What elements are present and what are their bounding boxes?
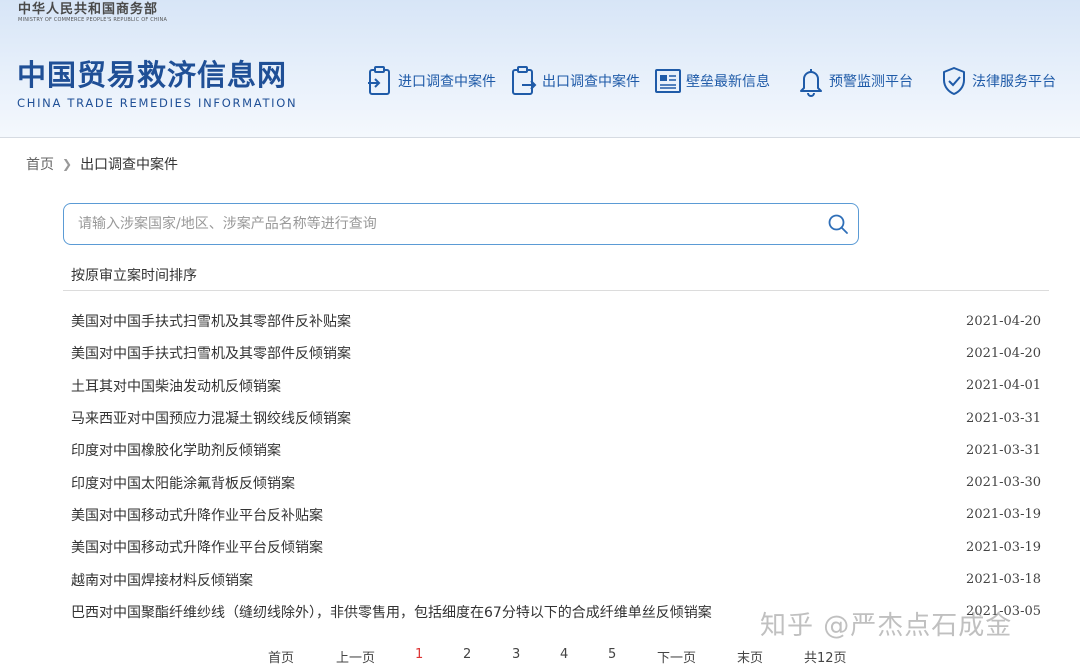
export-case-icon [510, 65, 538, 97]
nav-label: 出口调查中案件 [542, 74, 640, 90]
ministry-logo[interactable]: 中华人民共和国商务部 MINISTRY OF COMMERCE PEOPLE'S… [18, 2, 167, 24]
case-title[interactable]: 美国对中国移动式升降作业平台反倾销案 [71, 537, 323, 557]
ministry-name-en: MINISTRY OF COMMERCE PEOPLE'S REPUBLIC O… [18, 17, 168, 23]
nav-label: 预警监测平台 [829, 74, 913, 90]
case-date: 2021-04-20 [966, 345, 1041, 361]
case-title[interactable]: 印度对中国太阳能涂氟背板反倾销案 [71, 473, 295, 493]
case-date: 2021-03-31 [966, 410, 1041, 426]
nav-export-cases[interactable]: 出口调查中案件 [510, 64, 640, 98]
sort-label[interactable]: 按原审立案时间排序 [71, 265, 197, 285]
list-item[interactable]: 越南对中国焊接材料反倾销案 2021-03-18 [71, 563, 1041, 595]
case-title[interactable]: 印度对中国橡胶化学助剂反倾销案 [71, 440, 281, 460]
case-title[interactable]: 美国对中国手扶式扫雪机及其零部件反补贴案 [71, 311, 351, 331]
page-number-current[interactable]: 1 [415, 647, 423, 662]
nav-label: 进口调查中案件 [398, 74, 496, 90]
page-first[interactable]: 首页 [268, 647, 294, 666]
case-title[interactable]: 美国对中国手扶式扫雪机及其零部件反倾销案 [71, 343, 351, 363]
search-input[interactable] [78, 205, 818, 243]
page-total: 共12页 [804, 651, 847, 666]
list-item[interactable]: 美国对中国移动式升降作业平台反倾销案 2021-03-19 [71, 531, 1041, 563]
list-item[interactable]: 美国对中国手扶式扫雪机及其零部件反补贴案 2021-04-20 [71, 305, 1041, 337]
chevron-right-icon: ❯ [62, 157, 73, 171]
nav-label: 法律服务平台 [972, 74, 1056, 90]
case-date: 2021-04-20 [966, 313, 1041, 329]
search-icon[interactable] [818, 204, 858, 244]
page-number[interactable]: 4 [560, 647, 568, 662]
nav-warning-platform[interactable]: 预警监测平台 [797, 64, 913, 98]
ministry-name-cn: 中华人民共和国商务部 [18, 2, 159, 17]
case-date: 2021-04-01 [966, 378, 1041, 394]
case-date: 2021-03-30 [966, 475, 1041, 491]
page-prev[interactable]: 上一页 [336, 647, 375, 666]
case-date: 2021-03-19 [966, 507, 1041, 523]
site-header: 中华人民共和国商务部 MINISTRY OF COMMERCE PEOPLE'S… [0, 0, 1080, 138]
site-logo[interactable]: 中国贸易救济信息网 CHINA TRADE REMEDIES INFORMATI… [17, 58, 297, 111]
page-last[interactable]: 末页 [737, 647, 763, 666]
page-next[interactable]: 下一页 [657, 647, 696, 666]
news-icon [654, 65, 682, 97]
nav-import-cases[interactable]: 进口调查中案件 [366, 64, 496, 98]
nav-barrier-news[interactable]: 壁垒最新信息 [654, 64, 770, 98]
page-number[interactable]: 3 [512, 647, 520, 662]
list-item[interactable]: 印度对中国太阳能涂氟背板反倾销案 2021-03-30 [71, 466, 1041, 498]
page-number[interactable]: 5 [608, 647, 616, 662]
case-date: 2021-03-31 [966, 442, 1041, 458]
list-item[interactable]: 美国对中国手扶式扫雪机及其零部件反倾销案 2021-04-20 [71, 337, 1041, 369]
list-item[interactable]: 马来西亚对中国预应力混凝土钢绞线反倾销案 2021-03-31 [71, 402, 1041, 434]
case-title[interactable]: 越南对中国焊接材料反倾销案 [71, 570, 253, 590]
watermark: 知乎 @严杰点石成金 [760, 611, 1013, 641]
breadcrumb-home[interactable]: 首页 [26, 154, 54, 174]
case-title[interactable]: 巴西对中国聚酯纤维纱线（缝纫线除外），非供零售用，包括细度在67分特以下的合成纤… [71, 602, 712, 622]
case-date: 2021-03-18 [966, 572, 1041, 588]
breadcrumb: 首页 ❯ 出口调查中案件 [26, 154, 178, 174]
search-box [63, 203, 859, 245]
bell-icon [797, 65, 825, 97]
case-list: 美国对中国手扶式扫雪机及其零部件反补贴案 2021-04-20 美国对中国手扶式扫… [71, 305, 1041, 628]
case-title[interactable]: 马来西亚对中国预应力混凝土钢绞线反倾销案 [71, 408, 351, 428]
list-item[interactable]: 美国对中国移动式升降作业平台反补贴案 2021-03-19 [71, 499, 1041, 531]
import-case-icon [366, 65, 394, 97]
case-title[interactable]: 美国对中国移动式升降作业平台反补贴案 [71, 505, 323, 525]
divider [63, 290, 1049, 291]
breadcrumb-current: 出口调查中案件 [80, 157, 179, 173]
pagination: 首页 上一页 1 2 3 4 5 下一页 末页 共12页 [0, 645, 1080, 667]
shield-check-icon [940, 65, 968, 97]
case-date: 2021-03-19 [966, 539, 1041, 555]
site-title-en: CHINA TRADE REMEDIES INFORMATION [17, 96, 298, 110]
list-item[interactable]: 印度对中国橡胶化学助剂反倾销案 2021-03-31 [71, 434, 1041, 466]
site-title-cn: 中国贸易救济信息网 [17, 58, 288, 92]
list-item[interactable]: 土耳其对中国柴油发动机反倾销案 2021-04-01 [71, 370, 1041, 402]
nav-legal-platform[interactable]: 法律服务平台 [940, 64, 1056, 98]
page-number[interactable]: 2 [463, 647, 471, 662]
case-title[interactable]: 土耳其对中国柴油发动机反倾销案 [71, 376, 281, 396]
nav-label: 壁垒最新信息 [686, 74, 770, 90]
